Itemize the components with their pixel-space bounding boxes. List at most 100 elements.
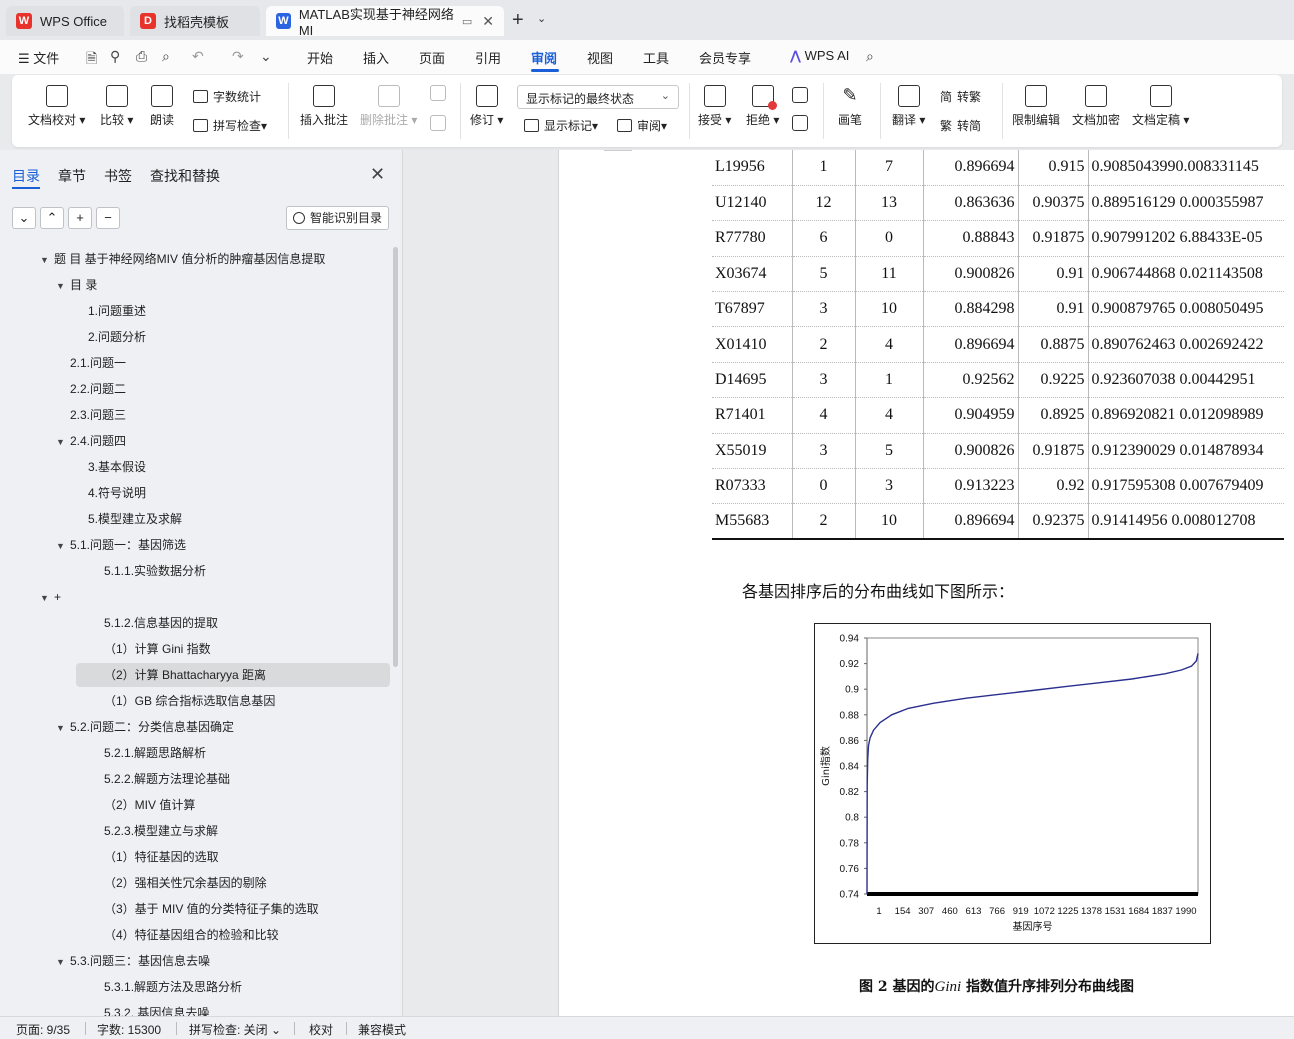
page-indicator[interactable]: 页面: 9/35 xyxy=(16,1021,70,1038)
collapse-all-button[interactable]: ⌄ xyxy=(12,207,36,229)
tab-docer-template[interactable]: D 找稻壳模板 xyxy=(130,6,260,36)
prev-change-button[interactable] xyxy=(792,87,808,107)
close-tab-icon[interactable]: ✕ xyxy=(482,13,494,30)
toc-item[interactable]: （1）GB 综合指标选取信息基因 xyxy=(104,689,275,713)
menu-review[interactable]: 审阅 xyxy=(531,48,557,67)
wps-ai-button[interactable]: ⋀ WPS AI xyxy=(790,48,849,64)
toc-item[interactable]: （1）计算 Gini 指数 xyxy=(104,637,211,661)
toc-item[interactable]: （4）特征基因组合的检验和比较 xyxy=(104,923,279,947)
tab-current-document[interactable]: W MATLAB实现基于神经网络MI ▭ ✕ xyxy=(266,6,504,38)
smart-toc-button[interactable]: 智能识别目录 xyxy=(286,206,389,230)
to-traditional-button[interactable]: 简转繁 xyxy=(940,88,981,105)
spell-check-button[interactable]: 拼写检查 ▾ xyxy=(193,117,267,134)
document-canvas[interactable]: L19956 1 7 0.896694 0.915 0.9085043990.008331… xyxy=(404,150,1294,1016)
toc-item[interactable]: ▼ 5.3.问题三：基因信息去噪 xyxy=(56,949,210,973)
expand-triangle-icon[interactable]: ▼ xyxy=(40,248,54,272)
toc-item[interactable]: 1.问题重述 xyxy=(88,299,146,323)
menu-home[interactable]: 开始 xyxy=(307,48,333,67)
doc-encrypt-button[interactable]: 文档加密 xyxy=(1072,85,1120,128)
print-icon[interactable]: ⎙ xyxy=(136,48,147,65)
delete-comment-button[interactable]: 删除批注 ▾ xyxy=(360,85,417,128)
restrict-edit-button[interactable]: 限制编辑 xyxy=(1012,85,1060,128)
expand-up-button[interactable]: ⌃ xyxy=(40,207,64,229)
toc-item[interactable]: 4.符号说明 xyxy=(88,481,146,505)
menu-insert[interactable]: 插入 xyxy=(363,48,389,67)
toc-item[interactable]: 5.2.2.解题方法理论基础 xyxy=(104,767,230,791)
toc-item[interactable]: 5.2.3.模型建立与求解 xyxy=(104,819,218,843)
toc-item[interactable]: 2.1.问题一 xyxy=(70,351,126,375)
tab-wps-office[interactable]: W WPS Office xyxy=(6,6,124,36)
toc-item[interactable]: （3）基于 MIV 值的分类特征子集的选取 xyxy=(104,897,319,921)
search-icon[interactable]: ⌕ xyxy=(866,48,874,65)
toc-item[interactable]: ▼ + xyxy=(40,585,61,609)
translate-button[interactable]: 翻译 ▾ xyxy=(892,85,925,128)
tab-find-replace[interactable]: 查找和替换 xyxy=(150,166,220,186)
review-pane-button[interactable]: 审阅 ▾ xyxy=(617,117,667,134)
revise-button[interactable]: 修订 ▾ xyxy=(470,85,503,128)
toc-item[interactable]: 5.1.1.实验数据分析 xyxy=(104,559,206,583)
doc-finalize-button[interactable]: 文档定稿 ▾ xyxy=(1132,85,1189,128)
undo-icon[interactable]: ↶ xyxy=(192,48,204,65)
menu-tools[interactable]: 工具 xyxy=(643,48,669,67)
next-change-button[interactable] xyxy=(792,115,808,135)
add-heading-button[interactable]: + xyxy=(68,207,92,229)
accept-button[interactable]: 接受 ▾ xyxy=(698,85,731,128)
toc-item[interactable]: ▼ 目 录 xyxy=(56,273,97,297)
to-simplified-button[interactable]: 繁转简 xyxy=(940,117,981,134)
tab-bookmarks[interactable]: 书签 xyxy=(104,166,132,186)
word-count-button[interactable]: 字数统计 xyxy=(193,88,261,105)
doc-check-button[interactable]: 文档校对 ▾ xyxy=(28,85,85,128)
insert-comment-button[interactable]: 插入批注 xyxy=(300,85,348,128)
toc-item[interactable]: （2）MIV 值计算 xyxy=(104,793,195,817)
toc-item[interactable]: 5.1.2.信息基因的提取 xyxy=(104,611,218,635)
link-icon[interactable]: ⚲ xyxy=(110,48,120,65)
toc-item[interactable]: （2）计算 Bhattacharyya 距离 xyxy=(104,663,266,687)
next-comment-button[interactable] xyxy=(430,115,446,135)
expand-triangle-icon[interactable]: ▼ xyxy=(56,716,70,740)
toc-item[interactable]: ▼ 5.2.问题二：分类信息基因确定 xyxy=(56,715,234,739)
print-preview-icon[interactable]: ⌕ xyxy=(162,48,170,65)
toc-item[interactable]: 3.基本假设 xyxy=(88,455,146,479)
prev-comment-button[interactable] xyxy=(430,85,446,105)
menu-view[interactable]: 视图 xyxy=(587,48,613,67)
save-icon[interactable]: 🗎 xyxy=(86,48,97,72)
toc-item[interactable]: （1）特征基因的选取 xyxy=(104,845,219,869)
expand-triangle-icon[interactable]: ▼ xyxy=(56,950,70,974)
expand-triangle-icon[interactable]: ▼ xyxy=(56,274,70,298)
redo-icon[interactable]: ↷ xyxy=(232,48,244,65)
read-aloud-button[interactable]: 朗读 xyxy=(150,85,174,128)
toc-item[interactable]: ▼ 2.4.问题四 xyxy=(56,429,126,453)
toc-item[interactable]: 2.问题分析 xyxy=(88,325,146,349)
toc-item[interactable]: 5.模型建立及求解 xyxy=(88,507,182,531)
markup-state-dropdown[interactable]: 显示标记的最终状态 ⌄ xyxy=(517,85,679,109)
toc-item[interactable]: ▼ 5.1.问题一：基因筛选 xyxy=(56,533,186,557)
close-panel-icon[interactable]: ✕ xyxy=(370,164,385,185)
expand-triangle-icon[interactable]: ▼ xyxy=(56,430,70,454)
toc-item[interactable]: 2.2.问题二 xyxy=(70,377,126,401)
reject-button[interactable]: 拒绝 ▾ xyxy=(746,85,779,128)
spell-check-indicator[interactable]: 拼写检查: 关闭 ⌄ xyxy=(189,1021,281,1038)
pen-button[interactable]: ✎ 画笔 xyxy=(838,85,862,128)
menu-page[interactable]: 页面 xyxy=(419,48,445,67)
expand-triangle-icon[interactable]: ▼ xyxy=(40,586,54,610)
menu-membership[interactable]: 会员专享 xyxy=(699,48,751,67)
chevron-down-icon[interactable]: ⌄ xyxy=(537,12,546,25)
compare-button[interactable]: 比较 ▾ xyxy=(100,85,133,128)
toc-item[interactable]: 5.2.1.解题思路解析 xyxy=(104,741,206,765)
word-count-indicator[interactable]: 字数: 15300 xyxy=(97,1021,161,1038)
toc-scrollbar[interactable] xyxy=(393,247,398,667)
toc-item[interactable]: （2）强相关性冗余基因的剔除 xyxy=(104,871,267,895)
new-tab-icon[interactable]: + xyxy=(512,9,524,32)
tab-toc[interactable]: 目录 xyxy=(12,166,40,186)
chevron-down-icon[interactable]: ⌄ xyxy=(260,48,272,65)
toc-item[interactable]: ▼ 题 目 基于神经网络MIV 值分析的肿瘤基因信息提取 xyxy=(40,247,325,271)
file-menu[interactable]: ☰ 文件 xyxy=(18,48,59,67)
menu-reference[interactable]: 引用 xyxy=(475,48,501,67)
proof-indicator[interactable]: 校对 xyxy=(309,1021,333,1038)
remove-heading-button[interactable]: − xyxy=(96,207,120,229)
toc-item[interactable]: 2.3.问题三 xyxy=(70,403,126,427)
tab-sections[interactable]: 章节 xyxy=(58,166,86,186)
toc-item[interactable]: 5.3.1.解题方法及思路分析 xyxy=(104,975,242,999)
show-markup-button[interactable]: 显示标记 ▾ xyxy=(524,117,598,134)
screen-icon[interactable]: ▭ xyxy=(462,15,472,28)
